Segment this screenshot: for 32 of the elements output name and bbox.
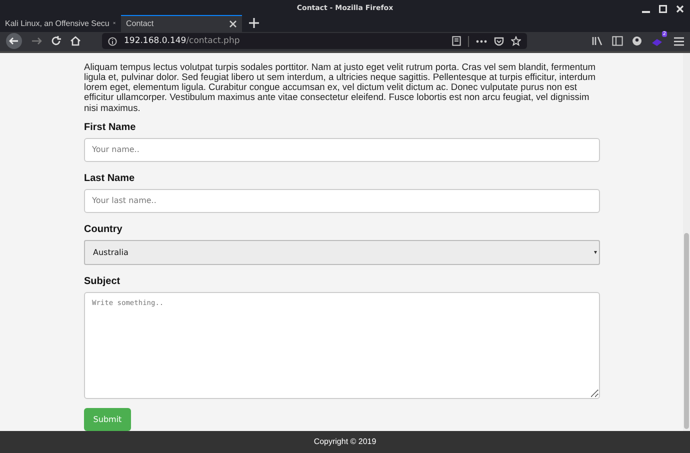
maximize-icon[interactable] bbox=[659, 5, 667, 13]
field-label: Last Name bbox=[84, 172, 136, 184]
reload-icon[interactable] bbox=[51, 36, 61, 46]
reader-view-icon[interactable] bbox=[452, 36, 461, 46]
more-icon[interactable] bbox=[476, 40, 487, 43]
star-icon[interactable] bbox=[511, 36, 521, 46]
field-label: Subject bbox=[84, 276, 122, 287]
field-label: First Name bbox=[84, 122, 137, 133]
field-label: Country bbox=[84, 224, 124, 235]
browser-tab[interactable]: Kali Linux, an Offensive Secu bbox=[0, 15, 121, 32]
menu-icon[interactable] bbox=[674, 36, 684, 46]
dropdown-caret-icon[interactable] bbox=[594, 250, 597, 254]
account-icon[interactable] bbox=[632, 36, 642, 46]
close-icon[interactable] bbox=[229, 20, 237, 28]
pocket-icon[interactable] bbox=[494, 36, 504, 46]
forward-icon[interactable] bbox=[31, 36, 42, 46]
copyright-text: Copyright © 2019 bbox=[314, 437, 376, 446]
input-field[interactable]: Your name.. bbox=[84, 138, 600, 162]
browser-tab[interactable]: Contact bbox=[121, 15, 242, 32]
sidebar-icon[interactable] bbox=[612, 36, 623, 46]
close-icon[interactable] bbox=[676, 5, 684, 13]
input-field[interactable]: Your last name.. bbox=[84, 188, 600, 213]
back-icon[interactable] bbox=[6, 33, 22, 50]
new-tab-icon[interactable] bbox=[249, 18, 259, 28]
country-dropdown[interactable]: Australia bbox=[84, 240, 600, 265]
body-paragraph: Aliquam tempus lectus volutpat turpis sodales porttitor. Nam at justo eget velit rutrum porta. Cras vel sem blandit, fermentum ligula et, pulvinar dolor. Sed feugiat libero ut sem interdum, a ultricies neque sagittis. Pellentesque at turpis efficitur, interdum lorem eget, elementum ligula. Curabitur congue accumsan ex, vel dictum velit dictum ac. Donec vulputate purus non est efficitur ullamcorper. Vestibulum maximus ante vitae consectetur eleifend. Fusce lobortis est non arcu feugiat, vel dignissim nisi maximus. bbox=[84, 62, 597, 113]
url-text: 192.168.0.149/contact.php bbox=[124, 36, 240, 46]
info-icon[interactable] bbox=[108, 36, 117, 46]
scrollbar[interactable] bbox=[683, 52, 690, 431]
library-icon[interactable] bbox=[592, 36, 603, 46]
address-bar[interactable]: 192.168.0.149/contact.php bbox=[102, 33, 527, 50]
home-icon[interactable] bbox=[70, 36, 81, 46]
